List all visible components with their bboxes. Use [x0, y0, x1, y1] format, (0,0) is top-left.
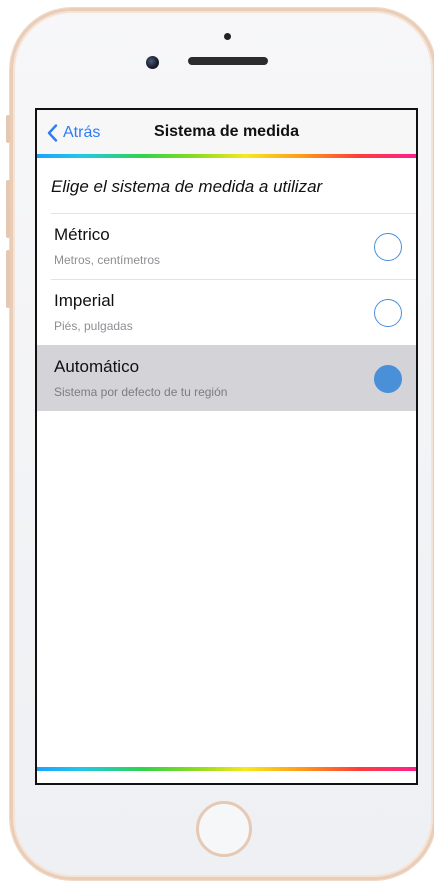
option-subtitle: Metros, centímetros — [54, 253, 161, 267]
option-subtitle: Piés, pulgadas — [54, 319, 133, 333]
volume-down-button — [6, 250, 10, 308]
radio-button-icon[interactable] — [374, 233, 402, 261]
row-divider — [51, 279, 416, 280]
option-subtitle: Sistema por defecto de tu región — [54, 385, 228, 399]
radio-button-selected-icon[interactable] — [374, 365, 402, 393]
rainbow-divider-bottom — [37, 767, 416, 771]
front-camera — [146, 56, 159, 69]
option-label: Automático — [54, 357, 140, 376]
volume-up-button — [6, 180, 10, 238]
option-metric[interactable]: Métrico Metros, centímetros — [37, 213, 416, 279]
instruction-text: Elige el sistema de medida a utilizar — [51, 177, 323, 196]
rainbow-divider-top — [37, 154, 416, 158]
row-divider — [51, 213, 416, 214]
home-button[interactable] — [196, 801, 252, 857]
option-automatic[interactable]: Automático Sistema por defecto de tu reg… — [37, 345, 416, 411]
radio-button-icon[interactable] — [374, 299, 402, 327]
proximity-sensor — [224, 33, 231, 40]
mute-switch — [6, 115, 10, 143]
earpiece-speaker — [188, 57, 268, 65]
page-title: Sistema de medida — [154, 123, 299, 140]
option-imperial[interactable]: Imperial Piés, pulgadas — [37, 279, 416, 345]
screen: Atrás Sistema de medida Elige el sistema… — [35, 108, 418, 785]
option-label: Imperial — [54, 291, 115, 310]
option-label: Métrico — [54, 225, 110, 244]
navigation-bar: Atrás Sistema de medida — [37, 110, 416, 156]
